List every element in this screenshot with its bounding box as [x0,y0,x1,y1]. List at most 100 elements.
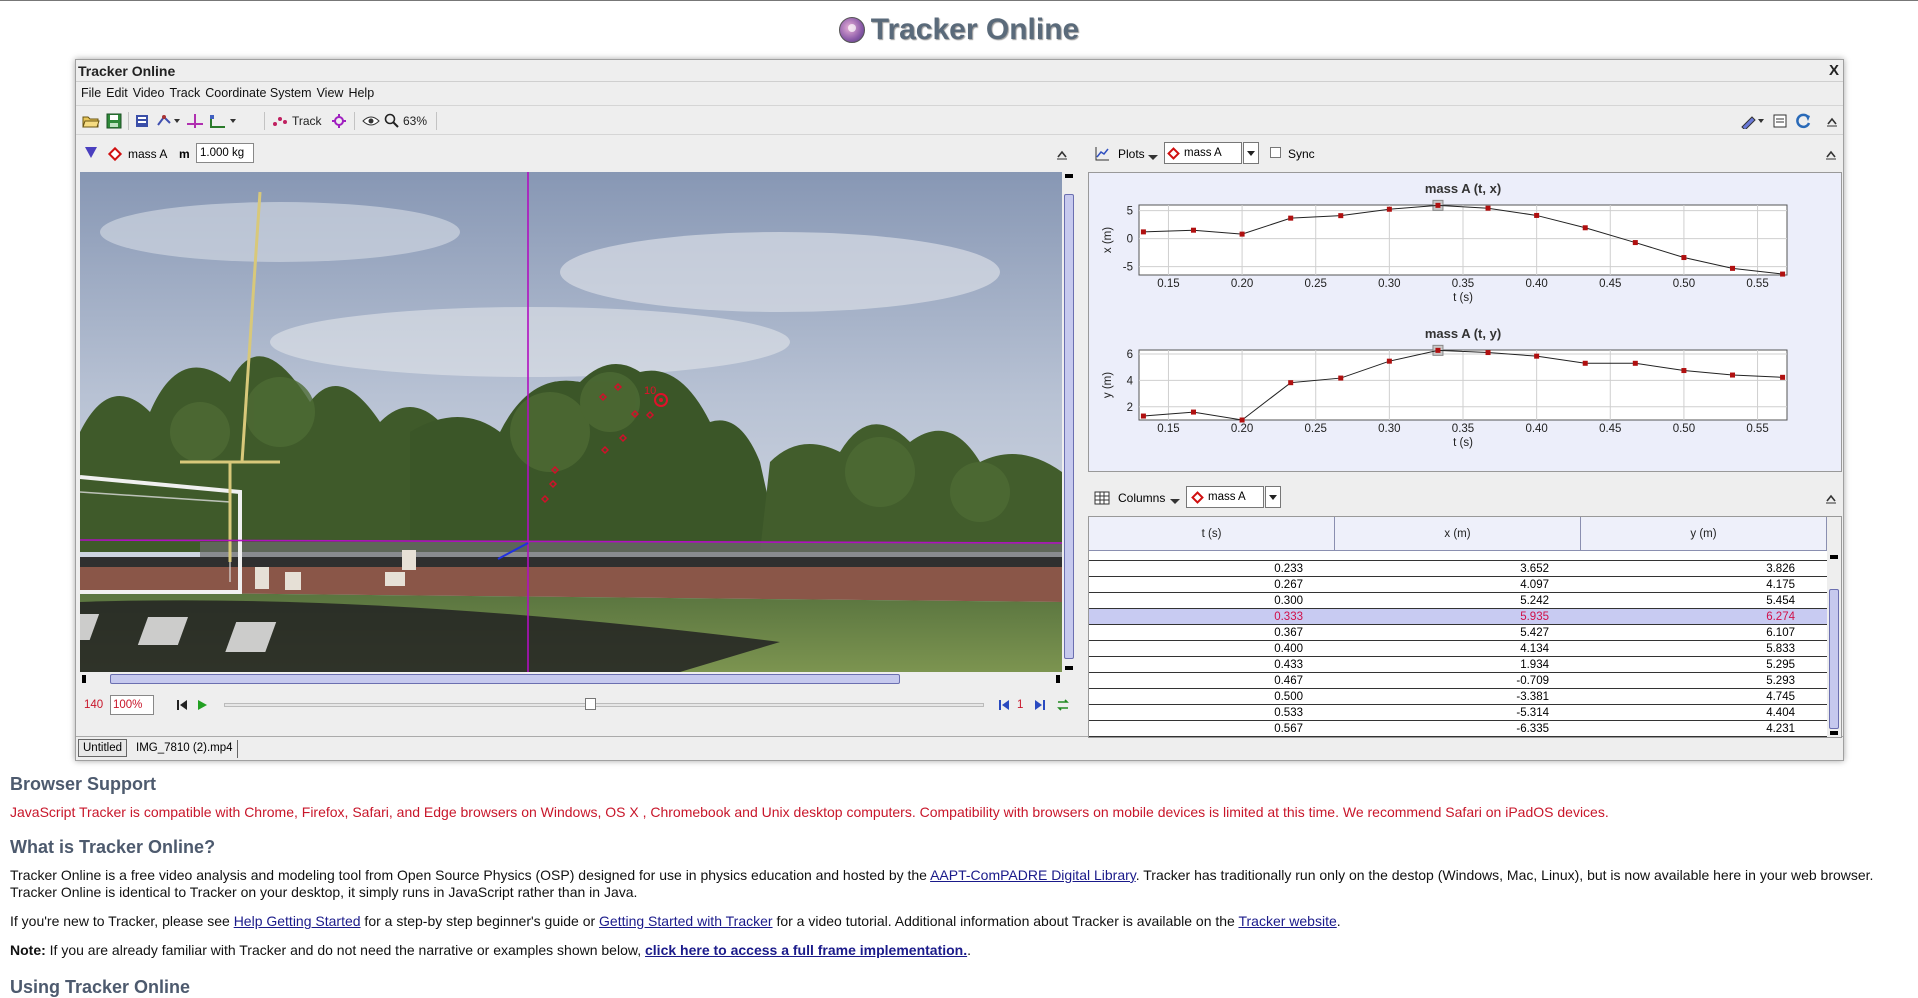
x-tick-label: 0.45 [1599,278,1621,290]
getting-started-tracker-link[interactable]: Getting Started with Tracker [599,913,773,929]
table-body: 0.233 3.652 3.826 0.267 4.097 4.175 0.300 5.242… [1089,553,1827,737]
create-track-button[interactable]: Track [272,112,322,130]
loop-icon[interactable] [1056,698,1070,712]
x-axis-label: t (s) [1453,292,1473,304]
plot-track-dropdown-button[interactable] [1243,142,1259,164]
data-point [1386,358,1392,364]
column-header-t[interactable]: t (s) [1089,517,1335,551]
y-axis-label: x (m) [1102,227,1114,253]
table-row[interactable]: 0.300 5.242 5.454 [1089,593,1827,609]
mass-track-diamond-icon [1167,146,1180,160]
table-track-select[interactable]: mass A [1186,486,1264,508]
aapt-compadre-link[interactable]: AAPT-ComPADRE Digital Library [930,867,1136,883]
table-row[interactable]: 0.567 -6.335 4.231 [1089,721,1827,737]
cell-t: 0.400 [1274,643,1303,655]
tab-untitled[interactable]: Untitled [78,739,127,757]
plot-panel[interactable]: mass A (t, x) 0.15 0.20 0.25 0.30 0.35 0.40 0.4… [1088,172,1842,472]
table-track-name: mass A [1208,491,1246,503]
cell-y: 6.107 [1766,627,1795,639]
help-getting-started-link[interactable]: Help Getting Started [234,913,361,929]
play-icon[interactable] [196,699,208,711]
tape-measure-icon[interactable] [208,112,238,130]
columns-menu-arrow-icon[interactable] [1170,499,1180,505]
video-horizontal-scrollbar[interactable] [80,672,1062,686]
track-selector[interactable]: mass A [107,146,167,162]
open-file-icon[interactable] [82,112,100,130]
new-text-a: If you're new to Tracker, please see [10,913,234,929]
table-track-dropdown-button[interactable] [1265,486,1281,508]
video-vertical-scrollbar[interactable] [1062,172,1076,672]
table-row[interactable]: 0.400 4.134 5.833 [1089,641,1827,657]
column-header-x[interactable]: x (m) [1335,517,1581,551]
autotracker-icon[interactable] [331,112,347,130]
collapse-icon[interactable] [1056,148,1068,160]
playback-rate-field[interactable] [110,695,154,715]
track-menu-triangle-icon[interactable] [85,147,97,158]
table-row[interactable]: 0.500 -3.381 4.745 [1089,689,1827,705]
menu-help[interactable]: Help [348,86,374,100]
data-table[interactable]: t (s) x (m) y (m) 0.233 3.652 3.826 0.267 4.… [1088,516,1842,738]
drawing-tools-icon[interactable] [1740,112,1766,130]
menu-view[interactable]: View [317,86,344,100]
data-point [1681,255,1687,261]
go-to-start-icon[interactable] [176,699,188,711]
mass-value-field[interactable] [196,143,254,163]
collapse-icon[interactable] [1825,148,1837,160]
menu-track[interactable]: Track [169,86,200,100]
plot-track-select[interactable]: mass A [1164,142,1242,164]
sync-checkbox[interactable] [1270,147,1281,158]
tab-video-file[interactable]: IMG_7810 (2).mp4 [132,740,238,758]
table-row[interactable]: 0.333 5.935 6.274 [1089,609,1827,625]
step-back-icon[interactable] [998,699,1010,711]
menu-video[interactable]: Video [133,86,165,100]
what-text-a: Tracker Online is a free video analysis … [10,867,931,883]
cell-t: 0.367 [1274,627,1303,639]
column-header-y[interactable]: y (m) [1581,517,1827,551]
table-row[interactable]: 0.233 3.652 3.826 [1089,561,1827,577]
columns-menu[interactable]: Columns [1118,491,1165,505]
x-tick-label: 0.40 [1525,278,1547,290]
zoom-control[interactable]: 63% [384,112,427,130]
maximize-icon[interactable] [1826,112,1838,130]
axes-icon[interactable] [186,112,204,130]
playback-slider-thumb[interactable] [585,698,596,710]
video-view[interactable]: 10 [80,172,1062,672]
data-point [1288,380,1294,386]
table-row[interactable]: 0.433 1.934 5.295 [1089,657,1827,673]
table-scrollbar[interactable] [1827,517,1841,737]
close-window-button[interactable]: X [1829,62,1839,79]
collapse-icon[interactable] [1825,492,1837,504]
notes-icon[interactable] [1772,112,1788,130]
x-tick-label: 0.35 [1452,278,1474,290]
playback-slider[interactable] [224,703,984,707]
mass-track-diamond-icon [1191,490,1204,504]
clip-settings-icon[interactable] [134,112,150,130]
full-frame-link[interactable]: click here to access a full frame implem… [645,942,967,958]
table-row[interactable]: 0.267 4.097 4.175 [1089,577,1827,593]
x-tick-label: 0.20 [1231,423,1253,435]
calibration-tools-icon[interactable] [156,112,182,130]
menu-coordinate-system[interactable]: Coordinate System [205,86,311,100]
step-forward-icon[interactable] [1034,699,1046,711]
table-row[interactable]: 0.367 5.427 6.107 [1089,625,1827,641]
tracker-website-link[interactable]: Tracker website [1238,913,1336,929]
data-point [1239,417,1245,423]
table-row[interactable]: 0.533 -5.314 4.404 [1089,705,1827,721]
plots-menu-arrow-icon[interactable] [1148,155,1158,161]
cell-t: 0.500 [1274,691,1303,703]
menu-file[interactable]: File [81,86,101,100]
step-size[interactable]: 1 [1017,699,1023,711]
window-titlebar: Tracker Online X [76,60,1843,82]
cell-t: 0.467 [1274,675,1303,687]
plots-menu[interactable]: Plots [1118,147,1145,161]
table-row[interactable]: 0.467 -0.709 5.293 [1089,673,1827,689]
data-point [1632,240,1638,246]
x-tick-label: 0.35 [1452,423,1474,435]
menu-edit[interactable]: Edit [106,86,128,100]
data-point [1140,229,1146,235]
save-icon[interactable] [106,112,122,130]
refresh-icon[interactable] [1794,112,1812,130]
visibility-eye-icon[interactable] [362,112,380,130]
menu-bar: File Edit Video Track Coordinate System … [76,83,1843,103]
chevron-down-icon [1247,150,1255,156]
